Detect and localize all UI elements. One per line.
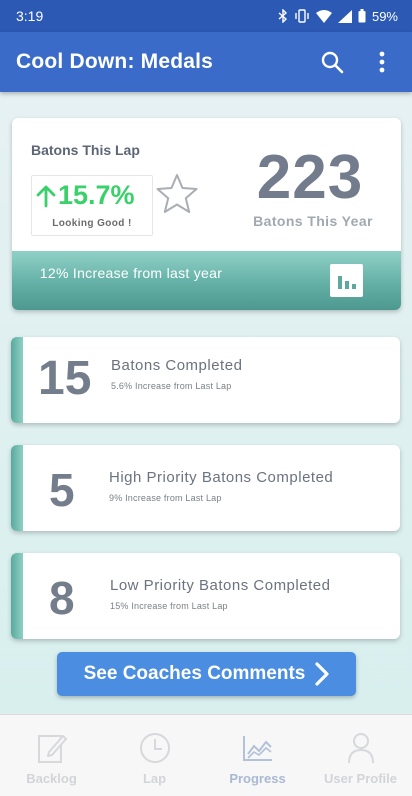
stat-card-accent xyxy=(11,445,23,531)
lap-percent-box: 15.7% Looking Good ! xyxy=(31,175,153,236)
stat-title: Low Priority Batons Completed xyxy=(110,577,331,594)
bottom-nav: Backlog Lap Progress User Profile xyxy=(0,714,412,796)
nav-label: Lap xyxy=(142,771,167,786)
nav-item-user-profile[interactable]: User Profile xyxy=(309,715,412,796)
stat-number: 15 xyxy=(38,352,92,405)
nav-label: Backlog xyxy=(26,771,77,786)
arrow-up-icon xyxy=(36,185,56,207)
stat-card-accent xyxy=(11,553,23,639)
app-actions xyxy=(318,48,396,76)
chevron-right-icon xyxy=(315,662,329,686)
year-count: 223 xyxy=(256,143,364,212)
stat-number: 8 xyxy=(49,572,75,624)
lap-status: Looking Good ! xyxy=(52,218,132,229)
star-icon xyxy=(156,174,198,213)
nav-item-progress[interactable]: Progress xyxy=(206,715,309,796)
lap-label: Batons This Lap xyxy=(31,142,140,158)
battery-icon xyxy=(358,9,366,23)
stat-card-low-priority[interactable]: 8 Low Priority Batons Completed 15% Incr… xyxy=(11,553,400,639)
signal-icon xyxy=(337,9,352,23)
bluetooth-icon xyxy=(278,9,287,23)
summary-band: 12% Increase from last year xyxy=(12,251,401,310)
edit-icon xyxy=(37,735,67,763)
app-bar: Cool Down: Medals xyxy=(0,32,412,92)
nav-item-lap[interactable]: Lap xyxy=(103,715,206,796)
summary-card: Batons This Lap 15.7% Looking Good ! 223… xyxy=(12,118,401,310)
stat-card-batons-completed[interactable]: 15 Batons Completed 5.6% Increase from L… xyxy=(11,337,400,423)
stat-subtitle: 5.6% Increase from Last Lap xyxy=(111,381,232,391)
vibrate-icon xyxy=(295,9,309,23)
stat-title: Batons Completed xyxy=(111,357,243,374)
stat-card-high-priority[interactable]: 5 High Priority Batons Completed 9% Incr… xyxy=(11,445,400,531)
summary-top: Batons This Lap 15.7% Looking Good ! 223… xyxy=(12,118,401,251)
nav-label: User Profile xyxy=(324,771,397,786)
stat-card-accent xyxy=(11,337,23,423)
status-bar: 3:19 59% xyxy=(0,0,412,32)
lap-percent-value: 15.7% xyxy=(58,180,135,210)
line-chart-icon xyxy=(242,736,272,761)
see-coaches-comments-button[interactable]: See Coaches Comments xyxy=(57,652,356,696)
more-vertical-icon xyxy=(379,51,385,73)
status-time: 3:19 xyxy=(16,8,44,24)
bar-chart-icon[interactable] xyxy=(330,264,363,297)
year-label: Batons This Year xyxy=(253,213,373,229)
comments-button-label: See Coaches Comments xyxy=(83,663,306,684)
clock-icon xyxy=(139,733,170,763)
more-options-button[interactable] xyxy=(368,48,396,76)
wifi-icon xyxy=(315,9,332,23)
search-icon xyxy=(321,51,344,74)
battery-percent: 59% xyxy=(371,8,398,24)
band-text: 12% Increase from last year xyxy=(39,265,223,281)
stat-subtitle: 15% Increase from Last Lap xyxy=(110,601,228,611)
nav-item-backlog[interactable]: Backlog xyxy=(0,715,103,796)
nav-label: Progress xyxy=(229,771,286,786)
person-icon xyxy=(347,733,374,764)
stat-number: 5 xyxy=(49,464,75,516)
stat-title: High Priority Batons Completed xyxy=(109,469,334,486)
status-icons: 59% xyxy=(278,9,398,24)
search-button[interactable] xyxy=(318,48,346,76)
lap-percent: 15.7% xyxy=(36,180,135,211)
stat-subtitle: 9% Increase from Last Lap xyxy=(109,493,222,503)
app-title: Cool Down: Medals xyxy=(16,50,214,73)
